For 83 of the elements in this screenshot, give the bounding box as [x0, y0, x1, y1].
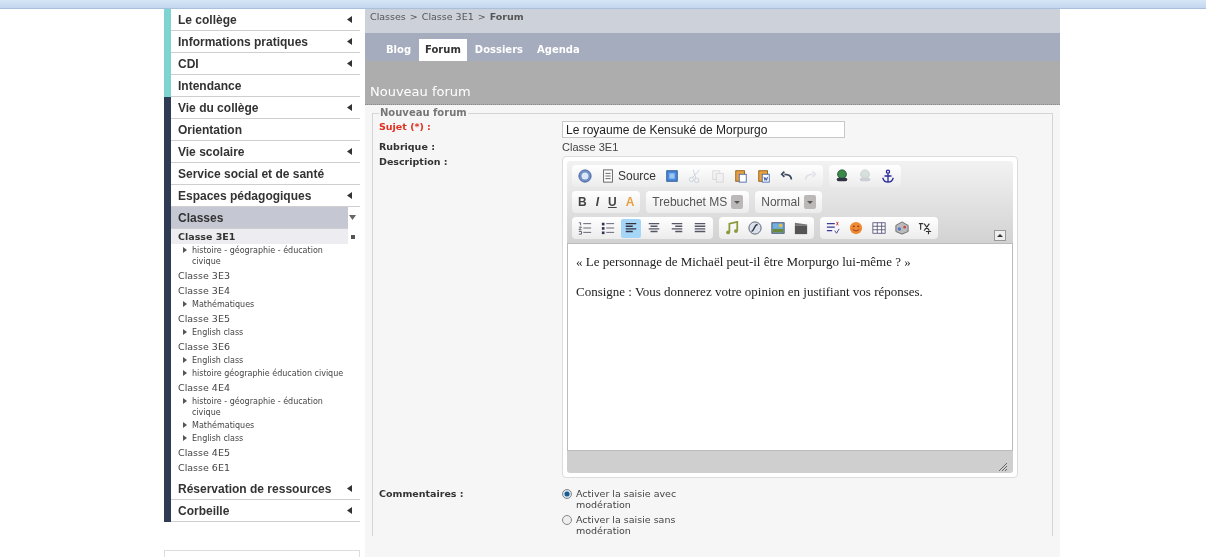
bold-button[interactable]: B — [575, 192, 590, 212]
radio-option[interactable]: Activer la saisie sans modération — [562, 514, 694, 536]
editor-paragraph: Consigne : Vous donnerez votre opinion en justifiant vos réponses. — [576, 284, 924, 300]
breadcrumb-separator: > — [477, 11, 486, 22]
dropdown-icon — [731, 195, 744, 209]
subject-link[interactable]: Mathématiques — [171, 298, 360, 311]
radio-button[interactable] — [562, 489, 572, 499]
tab[interactable]: Forum — [419, 39, 467, 61]
page-title: Nouveau forum — [370, 84, 471, 99]
resize-grip-icon[interactable] — [997, 462, 1008, 471]
bullet-icon — [183, 247, 187, 253]
fieldset-legend: Nouveau forum — [379, 107, 468, 118]
cube-button[interactable] — [892, 218, 912, 238]
subject-link[interactable]: Mathématiques — [171, 419, 360, 432]
smiley-icon — [849, 221, 863, 235]
subject-field[interactable]: Le royaume de Kensuké de Morpurgo — [562, 121, 845, 138]
collapse-toolbar-icon[interactable] — [994, 230, 1006, 241]
music-icon — [725, 221, 739, 235]
class-link[interactable]: Classe 4E4 — [171, 380, 360, 395]
bullet-icon — [183, 357, 187, 363]
align-right-icon — [670, 221, 684, 235]
class-link[interactable]: Classe 4E5 — [171, 445, 360, 460]
redo-icon — [803, 169, 818, 183]
field-label: Description : — [379, 156, 449, 169]
table-icon — [872, 221, 886, 235]
align-center-icon — [647, 221, 661, 235]
spellcheck-icon — [826, 221, 840, 235]
cube-icon — [895, 221, 909, 235]
help-icon — [578, 169, 592, 183]
anchor-icon — [881, 169, 896, 183]
subject-link[interactable]: English class — [171, 432, 360, 445]
subject-link[interactable]: histoire géographie éducation civique — [171, 367, 360, 380]
font-dropdown[interactable]: Normal — [758, 195, 819, 209]
bullet-icon — [183, 398, 187, 404]
flash-button[interactable] — [745, 218, 765, 238]
align-left-button[interactable] — [621, 218, 641, 238]
cut-icon — [688, 169, 703, 183]
class-link[interactable]: Classe 3E4 — [171, 283, 360, 298]
class-link[interactable]: Classe 3E3 — [171, 268, 360, 283]
field-label: Sujet (*) : — [379, 121, 432, 134]
video-icon — [794, 221, 808, 235]
justify-icon — [693, 221, 707, 235]
bullet-icon — [183, 301, 187, 307]
radio-option[interactable]: Activer la saisie avec modération — [562, 488, 694, 510]
numbered-list-icon — [578, 221, 592, 235]
subject-link[interactable]: histoire - géographie - éducation civique — [171, 244, 360, 268]
field-label: Rubrique : — [379, 141, 436, 153]
radio-button[interactable] — [562, 515, 572, 525]
italic-button[interactable]: I — [592, 192, 602, 212]
paste-word-icon — [757, 169, 772, 183]
subject-link[interactable]: English class — [171, 326, 360, 339]
align-left-icon — [624, 221, 638, 235]
selected-marker — [351, 234, 355, 239]
class-link[interactable]: Classe 3E6 — [171, 339, 360, 354]
undo-icon — [780, 169, 795, 183]
breadcrumb-link[interactable]: Classe 3E1 — [421, 11, 474, 22]
help-button[interactable] — [575, 166, 595, 186]
dropdown-icon — [803, 195, 816, 209]
font-dropdown[interactable]: Trebuchet MS — [649, 195, 747, 209]
breadcrumb-separator: > — [409, 11, 418, 22]
source-button[interactable]: Source — [598, 166, 660, 186]
subject-link[interactable]: English class — [171, 354, 360, 367]
class-link[interactable]: Classe 6E1 — [171, 460, 360, 475]
class-link[interactable]: Classe 3E5 — [171, 311, 360, 326]
subject-link[interactable]: histoire - géographie - éducation civique — [171, 395, 360, 419]
bullet-icon — [183, 435, 187, 441]
bullet-icon — [183, 422, 187, 428]
copy-icon — [711, 169, 726, 183]
maximize-icon — [665, 169, 680, 183]
formula-icon — [918, 221, 932, 235]
bulleted-list-icon — [601, 221, 615, 235]
category-value: Classe 3E1 — [562, 141, 619, 153]
flash-icon — [748, 221, 762, 235]
paste-icon — [734, 169, 749, 183]
bullet-icon — [183, 329, 187, 335]
bullet-icon — [183, 370, 187, 376]
image-icon — [771, 221, 785, 235]
underline-button[interactable]: U — [605, 192, 620, 212]
source-icon — [601, 169, 615, 183]
breadcrumb-link[interactable]: Classes — [370, 11, 406, 22]
editor-content[interactable]: « Le personnage de Michaël peut-il être Morpurgo lui-même ? » Consigne : Vous donnerez votre opinion en justifiant vos réponses. — [567, 243, 1013, 451]
editor-paragraph: « Le personnage de Michaël peut-il être Morpurgo lui-même ? » — [576, 254, 912, 270]
field-label: Commentaires : — [379, 488, 465, 501]
